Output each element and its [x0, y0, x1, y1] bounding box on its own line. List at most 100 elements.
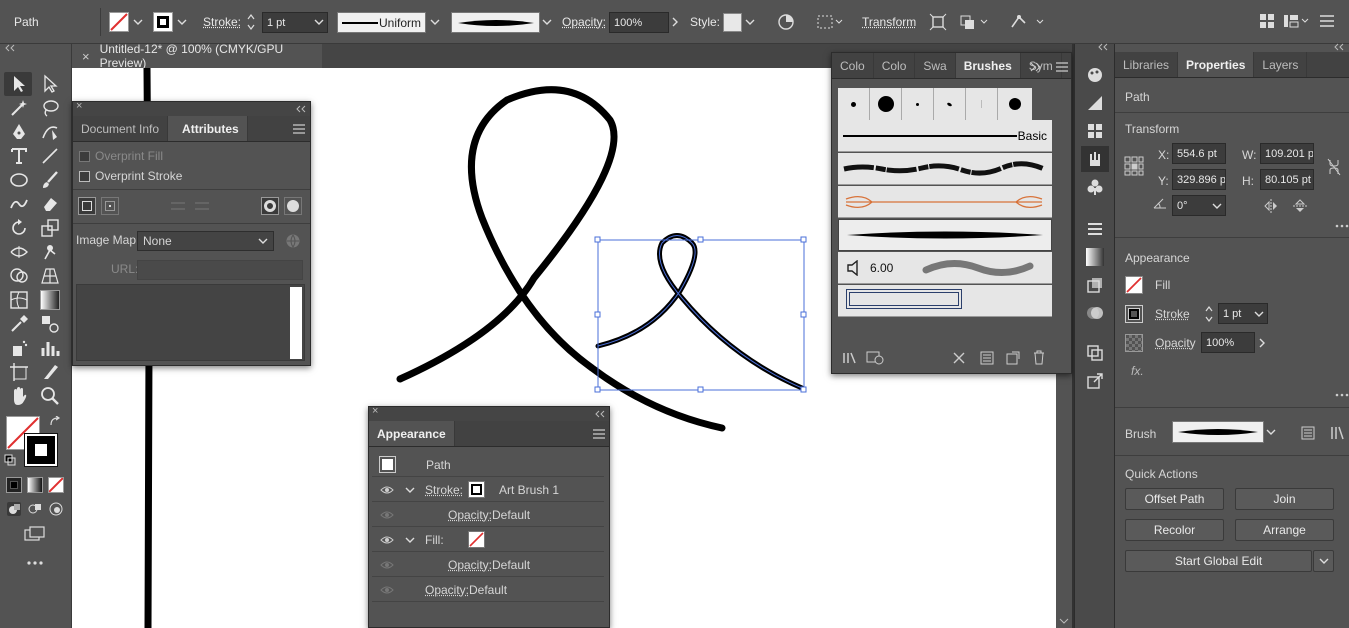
brush-basic[interactable]: Basic — [838, 120, 1052, 152]
artboard-tool-icon[interactable] — [9, 362, 29, 382]
even-odd-icon[interactable] — [284, 197, 302, 215]
global-edit-options-button[interactable] — [1313, 550, 1334, 572]
chevron-down-icon[interactable] — [133, 17, 143, 27]
w-field[interactable]: 109.201 pt — [1260, 143, 1314, 164]
calligraphic-brush-1[interactable] — [838, 88, 870, 120]
symbol-sprayer-tool-icon[interactable] — [9, 338, 29, 358]
panel-title-bar[interactable]: × — [369, 407, 609, 421]
tab-appearance[interactable]: Appearance — [369, 421, 455, 446]
collapse-icon[interactable] — [594, 410, 606, 418]
eyedropper-tool-icon[interactable] — [9, 314, 29, 334]
magic-wand-tool-icon[interactable] — [9, 98, 29, 118]
visibility-eye-icon[interactable] — [380, 585, 394, 595]
zoom-tool-icon[interactable] — [40, 386, 60, 406]
y-field[interactable]: 329.896 pt — [1172, 169, 1226, 190]
overprint-fill-checkbox[interactable] — [79, 151, 90, 162]
blend-tool-icon[interactable] — [40, 314, 60, 334]
brush-libraries-icon[interactable] — [842, 352, 858, 364]
gradient-tool-icon[interactable] — [40, 290, 60, 310]
artboards-panel-icon[interactable] — [1086, 344, 1104, 362]
transparency-panel-icon[interactable] — [1086, 276, 1104, 294]
panel-menu-icon[interactable] — [293, 124, 305, 134]
pen-tool-icon[interactable] — [9, 122, 29, 142]
collapse-icon[interactable] — [295, 105, 307, 113]
brush-picker[interactable] — [1172, 421, 1264, 443]
variable-width-profile[interactable]: Uniform — [337, 12, 426, 33]
fill-opacity-label[interactable]: Opacity: — [448, 558, 492, 572]
panel-menu-icon[interactable] — [1056, 62, 1068, 72]
brushes-panel-icon[interactable] — [1086, 150, 1104, 168]
ellipse-tool-icon[interactable] — [9, 170, 29, 190]
panel-menu-icon[interactable] — [1319, 13, 1335, 29]
chevron-down-icon[interactable] — [745, 17, 755, 27]
swatches-icon[interactable] — [1086, 122, 1104, 140]
export-panel-icon[interactable] — [1086, 372, 1104, 390]
graphic-style-swatch[interactable] — [723, 13, 742, 32]
reference-point-icon[interactable] — [1124, 156, 1144, 176]
tab-color-guide[interactable]: Colo — [874, 53, 916, 78]
more-options-icon[interactable] — [1335, 224, 1349, 228]
none-mode-icon[interactable] — [48, 477, 64, 493]
chevron-down-icon[interactable] — [1266, 427, 1276, 437]
edit-toolbar-icon[interactable] — [26, 560, 44, 566]
transform-link[interactable]: Transform — [862, 11, 916, 33]
rotate-tool-icon[interactable] — [9, 218, 29, 238]
tab-brushes[interactable]: Brushes — [956, 53, 1021, 78]
stepper-icon[interactable] — [1204, 304, 1214, 324]
chevron-down-icon[interactable] — [405, 535, 415, 545]
tab-attributes[interactable]: Attributes — [168, 116, 248, 141]
stroke-opacity-label[interactable]: Opacity: — [448, 508, 492, 522]
color-mode-icon[interactable] — [6, 477, 22, 493]
tab-properties[interactable]: Properties — [1178, 52, 1254, 77]
opacity-swatch[interactable] — [1125, 334, 1143, 352]
flip-horizontal-icon[interactable] — [1264, 199, 1278, 213]
brush-options-icon[interactable] — [980, 351, 994, 365]
arrange-button[interactable]: Arrange — [1235, 519, 1334, 541]
chevron-down-icon[interactable] — [542, 17, 552, 27]
swap-fill-stroke-icon[interactable] — [49, 416, 61, 428]
brush-arrow-ornament[interactable] — [838, 186, 1052, 218]
workspace-grid-icon[interactable] — [1259, 13, 1275, 29]
stroke-attribute-label[interactable]: Stroke: — [425, 483, 463, 497]
constrain-proportions-icon[interactable] — [1327, 158, 1341, 176]
color-panel-icon[interactable] — [1086, 66, 1104, 84]
stroke-swatch[interactable] — [153, 12, 173, 32]
fill-color-swatch[interactable] — [468, 531, 485, 548]
visibility-eye-icon[interactable] — [380, 510, 394, 520]
bounding-box-handles[interactable] — [595, 237, 806, 392]
more-tabs-icon[interactable] — [1030, 62, 1042, 72]
appearance-path-row[interactable]: Path — [372, 452, 604, 477]
width-tool-icon[interactable] — [9, 242, 29, 262]
chevron-down-icon[interactable] — [430, 17, 440, 27]
calligraphic-brush-2[interactable] — [870, 88, 902, 120]
nonzero-winding-icon[interactable] — [261, 197, 279, 215]
hand-tool-icon[interactable] — [9, 386, 29, 406]
opacity-label[interactable]: Opacity — [1155, 336, 1196, 350]
tab-document-info[interactable]: Document Info — [73, 116, 168, 141]
stepper-icon[interactable] — [246, 12, 256, 32]
image-map-select[interactable]: None — [137, 231, 274, 251]
visibility-eye-icon[interactable] — [380, 535, 394, 545]
center-hide-icon[interactable] — [78, 197, 96, 215]
stroke-weight-field[interactable]: 1 pt — [1218, 303, 1268, 324]
column-graph-tool-icon[interactable] — [40, 338, 60, 358]
stroke-indicator[interactable] — [24, 433, 58, 467]
eraser-tool-icon[interactable] — [40, 194, 60, 214]
panel-title-bar[interactable]: × — [73, 102, 310, 116]
stroke-label[interactable]: Stroke — [1155, 307, 1190, 321]
curvature-tool-icon[interactable] — [40, 122, 60, 142]
center-show-icon[interactable] — [101, 197, 119, 215]
small-ribbon-stroke[interactable] — [598, 236, 802, 389]
close-panel-icon[interactable]: × — [372, 405, 378, 417]
appearance-stroke-opacity-row[interactable]: Opacity: Default — [372, 502, 604, 527]
reverse-direction-on-icon[interactable] — [193, 198, 211, 214]
chevron-down-icon[interactable] — [177, 17, 187, 27]
visibility-eye-icon[interactable] — [380, 560, 394, 570]
stroke-color-swatch[interactable] — [468, 481, 485, 498]
lasso-tool-icon[interactable] — [40, 98, 60, 118]
recolor-button[interactable]: Recolor — [1125, 519, 1224, 541]
reverse-direction-off-icon[interactable] — [169, 198, 187, 214]
brush-libraries-icon[interactable] — [1330, 426, 1346, 440]
offset-path-button[interactable]: Offset Path — [1125, 488, 1224, 510]
h-field[interactable]: 80.105 pt — [1260, 169, 1314, 190]
